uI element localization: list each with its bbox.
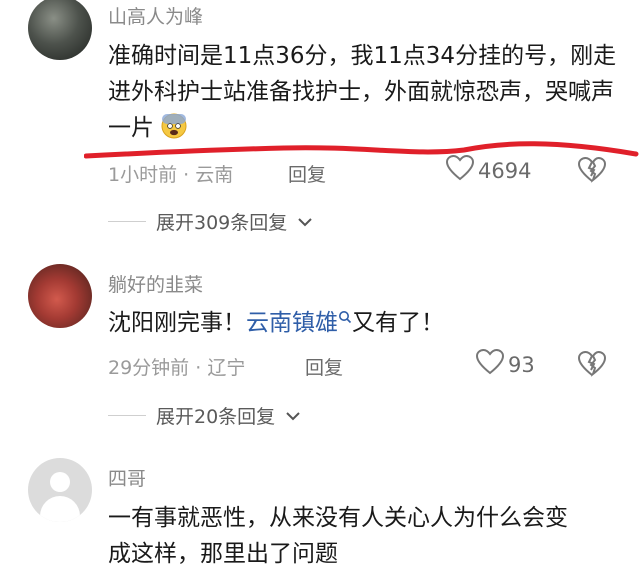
comment-text-after: 又有了！ (352, 310, 444, 336)
meta-separator: · (183, 164, 190, 186)
expand-replies-label: 展开20条回复 (156, 406, 276, 428)
comment-time: 29分钟前 (108, 357, 190, 379)
comment-username[interactable]: 山高人为峰 (108, 2, 203, 29)
like-button[interactable]: 4694 (445, 154, 532, 186)
reply-button[interactable]: 回复 (288, 160, 326, 187)
avatar[interactable] (28, 264, 92, 328)
divider (108, 221, 146, 222)
heart-icon (445, 154, 475, 186)
chevron-down-icon (285, 405, 301, 427)
avatar[interactable] (28, 0, 92, 60)
comment-username[interactable]: 躺好的韭菜 (108, 270, 203, 297)
avatar[interactable] (28, 458, 92, 522)
comment-meta: 29分钟前 · 辽宁 (108, 353, 245, 380)
divider (108, 415, 146, 416)
like-count: 93 (508, 352, 535, 377)
avatar-body (40, 496, 80, 522)
comment-location: 云南 (195, 164, 234, 186)
avatar-head (50, 472, 70, 492)
topic-link[interactable]: 云南镇雄 (246, 310, 338, 336)
broken-heart-icon[interactable] (577, 156, 607, 187)
chevron-down-icon (297, 211, 313, 233)
broken-heart-icon[interactable] (577, 350, 607, 381)
comment-text: 准确时间是11点36分，我11点34分挂的号，刚走进外科护士站准备找护士，外面就… (108, 38, 618, 150)
comment-time: 1小时前 (108, 164, 178, 186)
like-button[interactable]: 93 (475, 348, 535, 380)
comment-location: 辽宁 (207, 357, 246, 379)
comment-meta: 1小时前 · 云南 (108, 160, 233, 187)
heart-icon (475, 348, 505, 380)
search-icon[interactable] (338, 310, 352, 336)
reply-button[interactable]: 回复 (305, 353, 343, 380)
comment-username[interactable]: 四哥 (108, 464, 146, 491)
comment-text: 一有事就恶性，从来没有人关心人为什么会变成这样，那里出了问题 (108, 505, 568, 567)
expand-replies[interactable]: 展开309条回复 (108, 208, 313, 235)
comment-text: 沈阳刚完事！云南镇雄 又有了！ (108, 305, 618, 341)
comment-text-before: 沈阳刚完事！ (108, 310, 246, 336)
expand-replies[interactable]: 展开20条回复 (108, 402, 301, 429)
meta-separator: · (195, 357, 202, 379)
expand-replies-label: 展开309条回复 (156, 212, 288, 234)
like-count: 4694 (478, 158, 532, 183)
